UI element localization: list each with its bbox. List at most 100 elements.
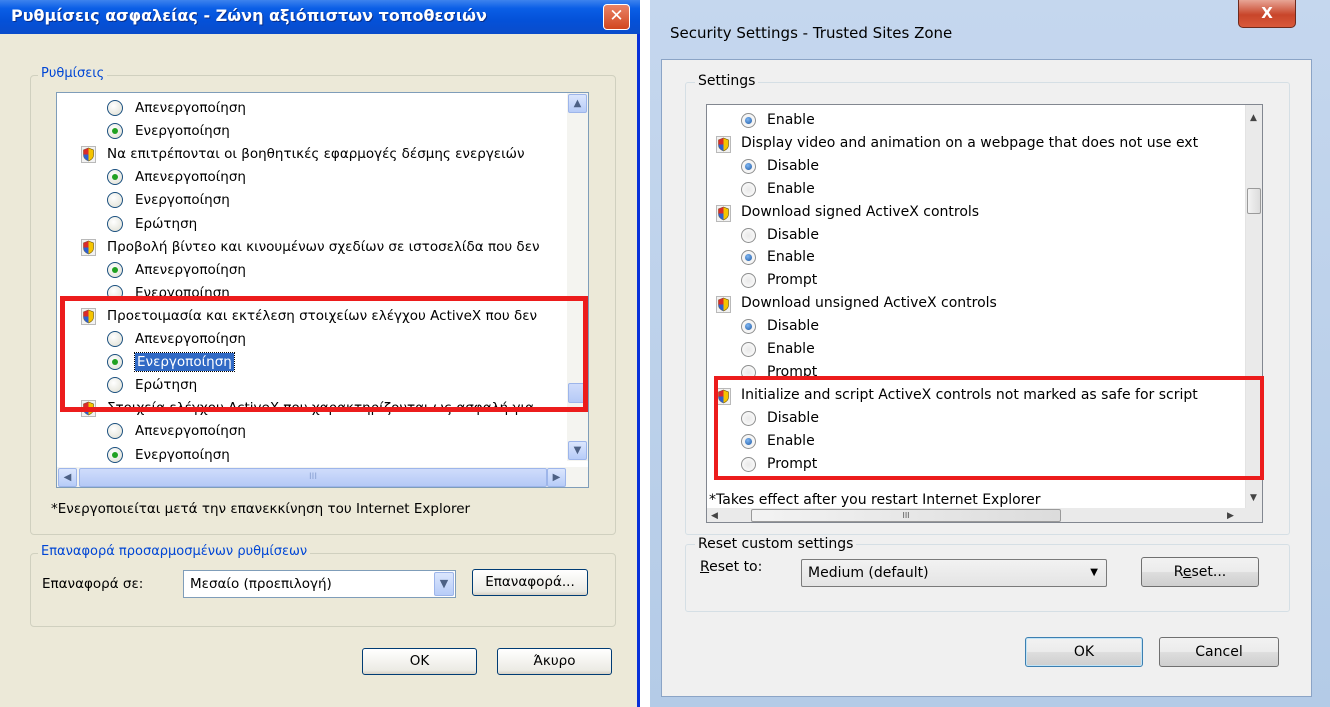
setting-option-radio[interactable]: Disable	[707, 315, 1243, 338]
setting-option-label: Ερώτηση	[135, 215, 198, 232]
english-restart-note: *Takes effect after you restart Internet…	[709, 492, 1041, 508]
english-reset-button[interactable]: Reset...	[1141, 557, 1259, 587]
radio-unchecked-icon[interactable]	[107, 423, 123, 440]
scroll-right-button[interactable]: ▶	[1227, 511, 1234, 521]
setting-option-label: Disable	[767, 226, 819, 243]
greek-ok-label: OK	[409, 653, 430, 669]
greek-cancel-button[interactable]: Άκυρο	[497, 648, 612, 675]
chevron-down-icon: ▼	[573, 445, 582, 456]
setting-category-label: Προβολή βίντεο και κινουμένων σχεδίων σε…	[107, 238, 540, 255]
setting-option-radio[interactable]: Ενεργοποίηση	[57, 443, 565, 467]
setting-option-radio[interactable]: Disable	[707, 224, 1243, 247]
english-reset-label: Reset custom settings	[695, 535, 857, 553]
setting-option-radio[interactable]: Ενεργοποίηση	[57, 188, 565, 212]
reset-to-accelerator: R	[700, 559, 710, 575]
english-horizontal-scrollbar[interactable]: ◀ III ▶	[707, 508, 1262, 522]
scroll-down-button[interactable]: ▼	[568, 441, 587, 460]
radio-unchecked-icon[interactable]	[741, 227, 756, 243]
greek-reset-level-select[interactable]: Μεσαίο (προεπιλογή) ▼	[183, 570, 456, 598]
radio-checked-icon[interactable]	[741, 158, 756, 174]
scroll-up-button[interactable]: ▲	[568, 94, 587, 113]
setting-option-label: Απενεργοποίηση	[135, 100, 246, 116]
scroll-left-button[interactable]: ◀	[711, 511, 718, 521]
setting-option-label: Απενεργοποίηση	[135, 261, 246, 278]
greek-settings-list[interactable]: Ενεργοποίηση Απενεργοποίηση Στοιχεία ελέγχ…	[56, 92, 589, 488]
setting-option-label: Ενεργοποίηση	[135, 192, 230, 209]
setting-option-radio[interactable]: Enable	[707, 178, 1243, 201]
setting-option-label: Ενεργοποίηση	[135, 446, 230, 463]
greek-close-button[interactable]: ✕	[603, 4, 630, 30]
english-dialog-title: Security Settings - Trusted Sites Zone	[670, 24, 953, 42]
setting-option-radio[interactable]: Απενεργοποίηση	[57, 96, 565, 120]
english-security-dialog: Security Settings - Trusted Sites Zone X…	[650, 0, 1330, 707]
setting-option-label: Disable	[767, 157, 819, 174]
dropdown-button[interactable]: ▼	[434, 572, 454, 596]
setting-option-label: Enable	[767, 112, 815, 128]
greek-cancel-label: Άκυρο	[533, 653, 576, 669]
english-cancel-label: Cancel	[1195, 644, 1243, 660]
setting-option-label: Prompt	[767, 272, 818, 289]
radio-unchecked-icon[interactable]	[107, 100, 123, 116]
setting-option-radio[interactable]: Prompt	[707, 269, 1243, 292]
english-reset-to-label: Reset to:	[700, 559, 762, 575]
setting-category-row: Download unsigned ActiveX controls	[707, 292, 1243, 315]
scroll-down-button[interactable]: ▼	[1250, 493, 1257, 503]
greek-title-bar[interactable]: Ρυθμίσεις ασφαλείας - Ζώνη αξιόπιστων το…	[0, 0, 640, 34]
security-shield-icon	[716, 135, 731, 153]
setting-option-radio[interactable]: Απενεργοποίηση	[57, 419, 565, 443]
radio-checked-icon[interactable]	[107, 446, 123, 463]
radio-checked-icon[interactable]	[741, 250, 756, 266]
radio-checked-icon[interactable]	[107, 123, 123, 140]
setting-category-label: Download signed ActiveX controls	[741, 203, 980, 220]
setting-option-radio[interactable]: Enable	[707, 338, 1243, 361]
radio-unchecked-icon[interactable]	[741, 342, 756, 357]
chevron-down-icon: ▼	[1090, 567, 1098, 578]
greek-horizontal-scrollbar[interactable]: ◀ III ▶	[57, 467, 588, 487]
radio-checked-icon[interactable]	[741, 113, 756, 128]
english-reset-level-select[interactable]: Medium (default) ▼	[801, 559, 1107, 587]
scroll-left-button[interactable]: ◀	[58, 468, 77, 487]
setting-option-label: Enable	[767, 341, 815, 357]
hscroll-thumb[interactable]: III	[79, 468, 547, 487]
setting-option-radio[interactable]: Ενεργοποίηση	[57, 119, 565, 143]
setting-category-label: Download unsigned ActiveX controls	[741, 295, 997, 312]
setting-category-label: Display video and animation on a webpage…	[741, 134, 1199, 151]
radio-unchecked-icon[interactable]	[107, 192, 123, 209]
radio-checked-icon[interactable]	[107, 261, 123, 278]
setting-option-label: Disable	[767, 318, 819, 335]
greek-dialog-title: Ρυθμίσεις ασφαλείας - Ζώνη αξιόπιστων το…	[11, 6, 487, 25]
setting-option-radio[interactable]: Απενεργοποίηση	[57, 165, 565, 189]
radio-unchecked-icon[interactable]	[741, 181, 756, 197]
hscroll-thumb[interactable]: III	[751, 509, 1061, 522]
setting-option-radio[interactable]: Enable	[707, 246, 1243, 269]
reset-btn-text-a: R	[1173, 564, 1183, 580]
scroll-right-button[interactable]: ▶	[547, 468, 566, 487]
greek-reset-button[interactable]: Επαναφορά...	[472, 569, 588, 596]
chevron-left-icon: ◀	[63, 472, 72, 483]
setting-option-label: Enable	[767, 180, 815, 197]
english-ok-label: OK	[1073, 644, 1095, 660]
greek-restart-note: *Ενεργοποιείται μετά την επανεκκίνηση το…	[51, 501, 471, 517]
radio-checked-icon[interactable]	[741, 319, 756, 335]
setting-option-radio[interactable]: Ερώτηση	[57, 212, 565, 236]
scroll-up-button[interactable]: ▲	[1250, 113, 1257, 123]
chevron-right-icon: ▶	[552, 472, 561, 483]
setting-option-radio[interactable]: Disable	[707, 155, 1243, 178]
setting-option-label: Enable	[767, 249, 815, 266]
reset-to-text: eset to:	[709, 559, 763, 575]
greek-ok-button[interactable]: OK	[362, 648, 477, 675]
english-close-button[interactable]: X	[1238, 0, 1296, 28]
greek-reset-label: Επαναφορά προσαρμοσμένων ρυθμίσεων	[38, 544, 311, 560]
setting-option-radio[interactable]: Enable	[707, 109, 1243, 132]
english-ok-button[interactable]: OK	[1025, 637, 1143, 667]
setting-category-row: Display video and animation on a webpage…	[707, 132, 1243, 155]
scroll-thumb[interactable]	[1247, 188, 1261, 214]
setting-option-radio[interactable]: Απενεργοποίηση	[57, 258, 565, 282]
setting-category-row: Προβολή βίντεο και κινουμένων σχεδίων σε…	[57, 235, 565, 259]
radio-checked-icon[interactable]	[107, 169, 123, 186]
greek-reset-button-label: Επαναφορά...	[485, 574, 575, 590]
radio-unchecked-icon[interactable]	[107, 215, 123, 232]
security-shield-icon	[716, 204, 731, 222]
radio-unchecked-icon[interactable]	[741, 273, 756, 289]
english-cancel-button[interactable]: Cancel	[1159, 637, 1279, 667]
